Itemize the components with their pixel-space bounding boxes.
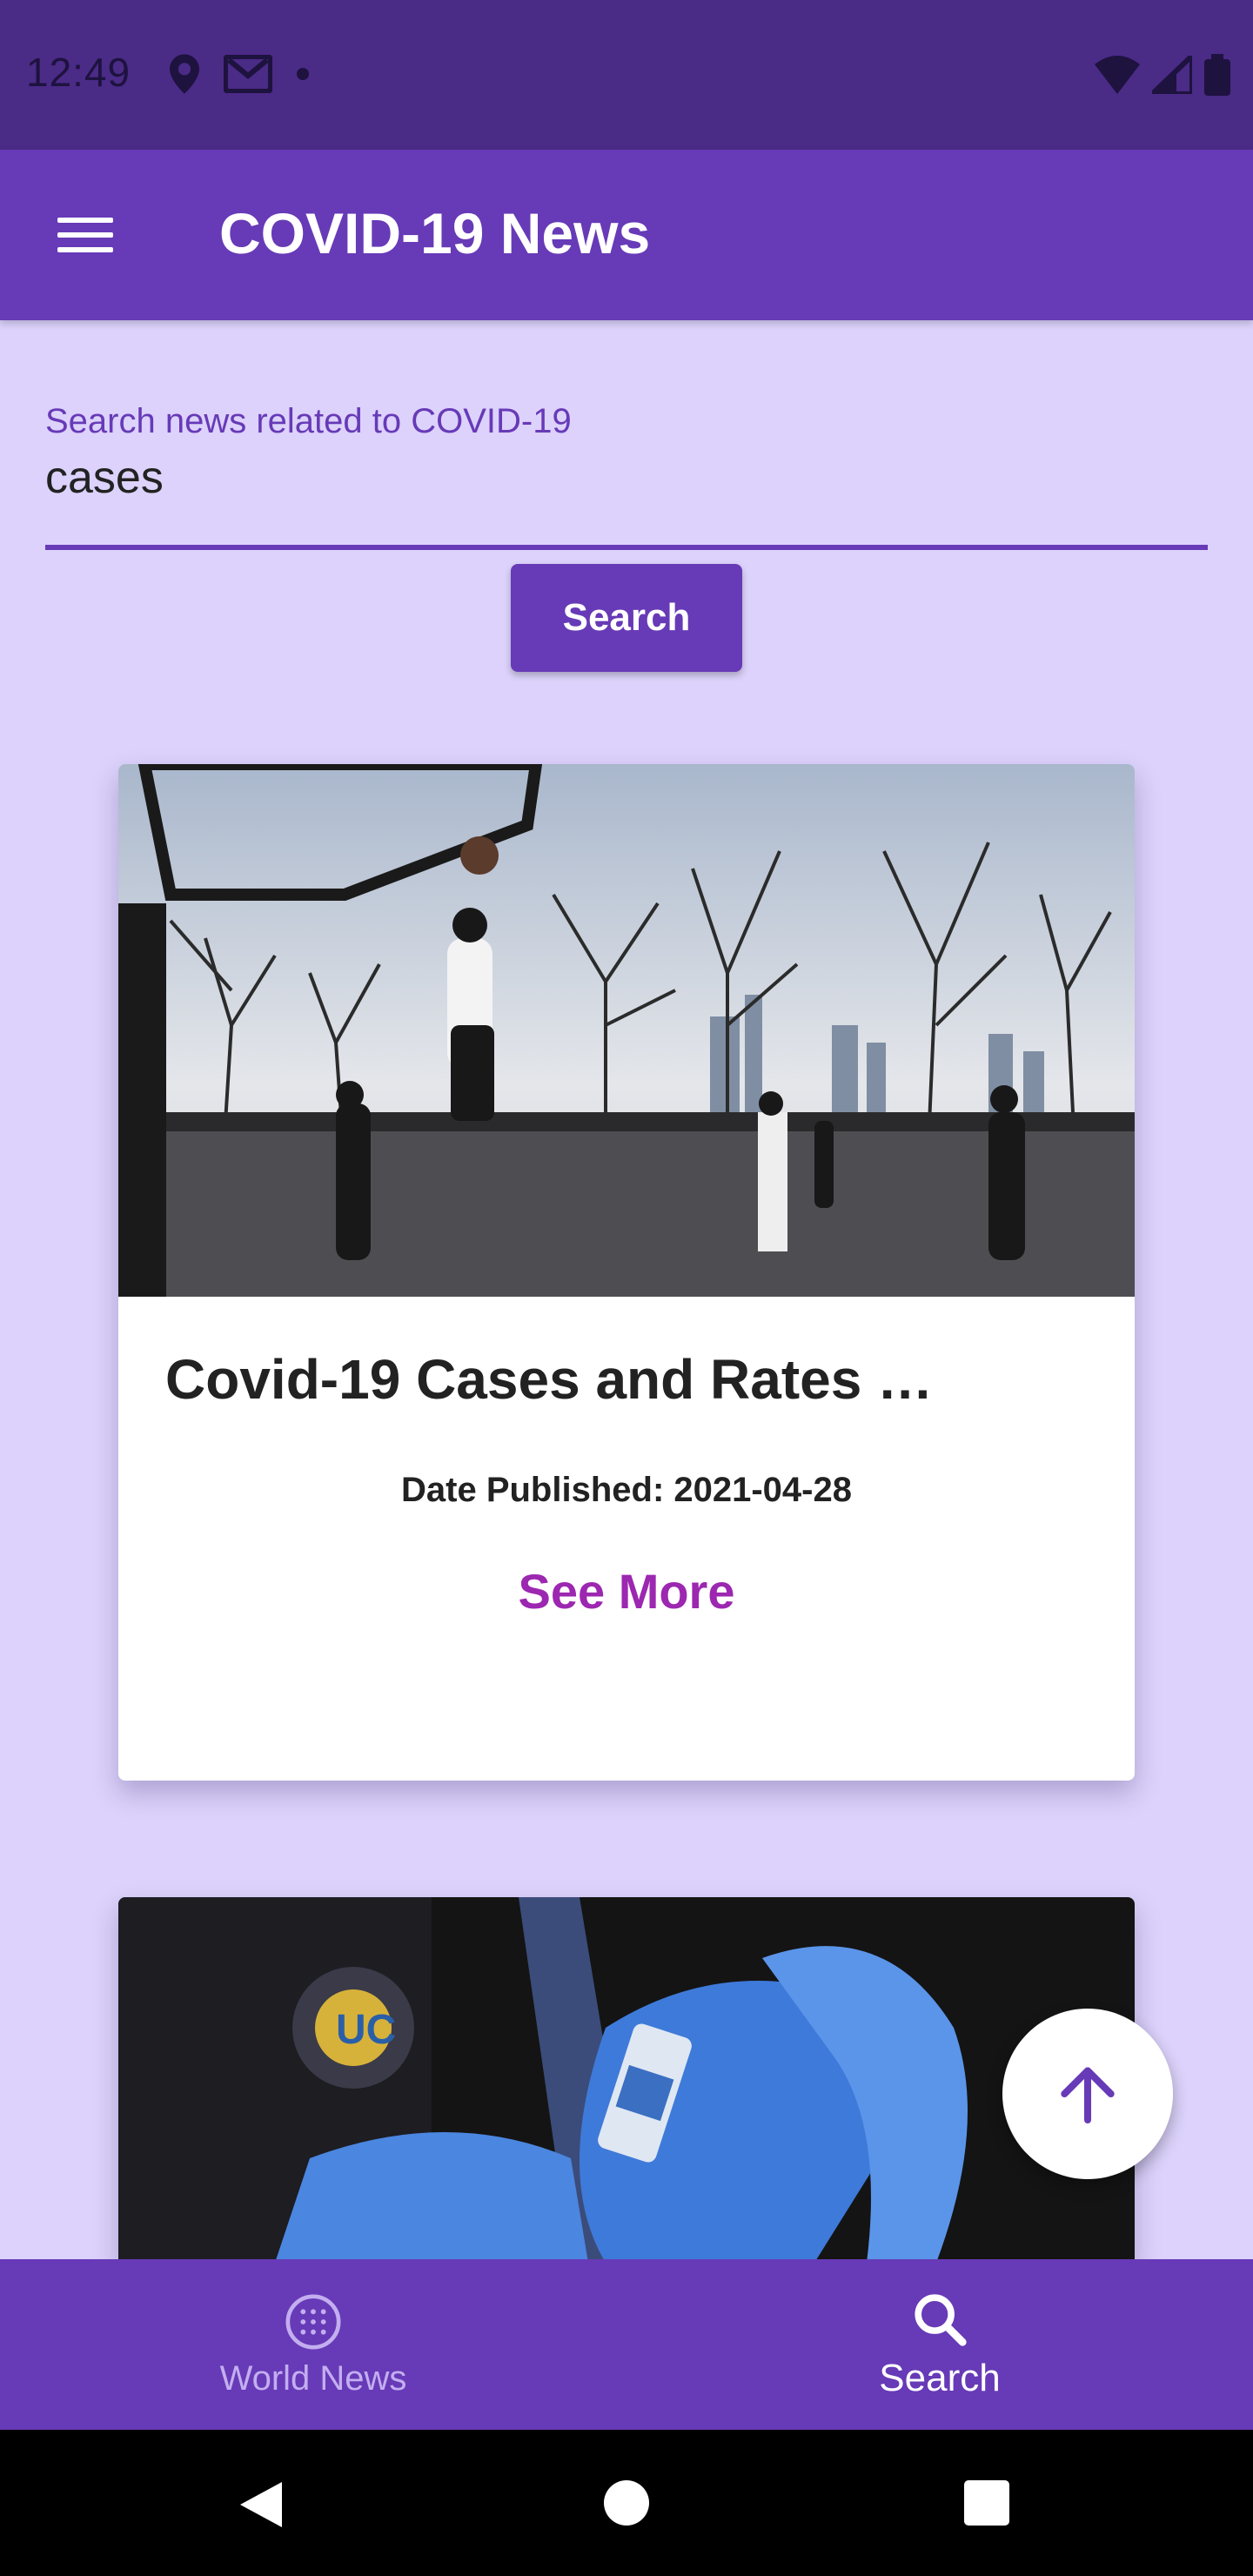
article-image (118, 764, 1135, 1297)
battery-icon (1204, 54, 1230, 96)
article-title[interactable]: Covid-19 Cases and Rates … (165, 1347, 933, 1412)
status-bar: 12:49 (0, 0, 1253, 150)
status-notification-icons (170, 54, 309, 94)
signal-icon (1152, 56, 1192, 94)
app-bar: COVID-19 News (0, 150, 1253, 320)
gmail-icon (224, 55, 272, 93)
globe-icon (285, 2294, 341, 2349)
recent-apps-icon[interactable] (964, 2480, 1009, 2526)
status-time: 12:49 (26, 50, 131, 95)
dot-icon (297, 68, 309, 80)
status-system-icons (1095, 54, 1230, 96)
arrow-up-icon (1061, 2067, 1115, 2123)
nav-item-world-news[interactable]: World News (0, 2259, 626, 2430)
home-icon[interactable] (604, 2480, 649, 2526)
search-input[interactable] (45, 446, 1208, 550)
news-card: Covid-19 Cases and Rates … Date Publishe… (118, 764, 1135, 1781)
scroll-to-top-button[interactable] (1002, 2009, 1173, 2179)
nav-item-search[interactable]: Search (626, 2259, 1253, 2430)
search-button[interactable]: Search (511, 564, 742, 672)
news-card: UC (118, 1897, 1135, 2263)
nav-label-world-news: World News (219, 2358, 407, 2398)
hamburger-menu-icon[interactable] (44, 204, 131, 266)
search-icon (915, 2294, 967, 2346)
svg-text:UC: UC (336, 2007, 396, 2053)
search-field-label: Search news related to COVID-19 (45, 402, 572, 440)
article-image: UC (118, 1897, 1135, 2263)
see-more-link[interactable]: See More (118, 1563, 1135, 1620)
location-icon (170, 54, 199, 94)
system-navigation-bar (0, 2430, 1253, 2576)
nav-label-search: Search (879, 2357, 1001, 2399)
article-date: Date Published: 2021-04-28 (401, 1471, 852, 1509)
back-icon[interactable] (237, 2479, 285, 2531)
app-title: COVID-19 News (219, 201, 651, 265)
wifi-icon (1095, 56, 1140, 94)
bottom-navigation: World News Search (0, 2259, 1253, 2430)
